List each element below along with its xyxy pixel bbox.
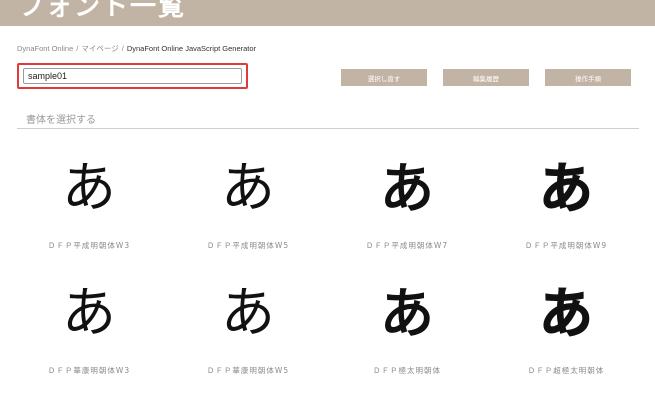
breadcrumb-separator: / [76,44,79,53]
font-card-chougokubuto-mincho[interactable]: あ ＤＦＰ超極太明朝体 [491,281,641,393]
breadcrumb-separator: / [121,44,124,53]
font-sample-glyph: あ [62,281,116,344]
font-name-label: ＤＦＰ平成明朝体W3 [47,241,131,250]
font-name-label: ＤＦＰ華康明朝体W5 [206,366,290,375]
font-sample-glyph: あ [62,156,116,219]
breadcrumb-item-mypage[interactable]: マイページ [81,44,118,53]
font-card-gokubuto-mincho[interactable]: あ ＤＦＰ極太明朝体 [332,283,482,393]
breadcrumb-item-dynafont-online[interactable]: DynaFont Online [17,44,73,53]
font-sample-glyph: あ [380,156,434,220]
font-card-heisei-mincho-w9[interactable]: あ ＤＦＰ平成明朝体W9 [491,156,641,268]
breadcrumb-current: DynaFont Online JavaScript Generator [126,44,257,53]
header-bar: フォント一覧 [0,0,655,26]
font-card-heisei-mincho-w3[interactable]: あ ＤＦＰ平成明朝体W3 [14,158,164,268]
manual-button[interactable]: 操作手順 [545,69,631,86]
font-card-kakou-mincho-w3[interactable]: あ ＤＦＰ華康明朝体W3 [14,283,164,393]
font-name-label: ＤＦＰ平成明朝体W9 [524,241,608,250]
font-name-label: ＤＦＰ超極太明朝体 [527,366,605,375]
reselect-button[interactable]: 選択し直す [341,69,427,86]
font-sample-glyph: あ [538,281,593,345]
section-divider [17,128,639,129]
project-name-input[interactable] [23,68,242,84]
section-heading: 書体を選択する [26,115,96,126]
font-sample-glyph: あ [221,281,275,344]
edit-history-button[interactable]: 編集履歴 [443,69,529,86]
font-card-heisei-mincho-w7[interactable]: あ ＤＦＰ平成明朝体W7 [332,158,482,268]
font-name-label: ＤＦＰ平成明朝体W5 [206,241,290,250]
font-name-label: ＤＦＰ平成明朝体W7 [365,241,449,250]
font-card-kakou-mincho-w5[interactable]: あ ＤＦＰ華康明朝体W5 [173,283,323,393]
font-name-label: ＤＦＰ極太明朝体 [373,366,441,375]
breadcrumb: DynaFont Online / マイページ / DynaFont Online Ja… [17,43,256,54]
font-card-heisei-mincho-w5[interactable]: あ ＤＦＰ平成明朝体W5 [173,158,323,268]
font-name-label: ＤＦＰ華康明朝体W3 [47,366,131,375]
page-title: フォント一覧 [18,0,187,22]
font-sample-glyph: あ [538,156,593,220]
font-sample-glyph: あ [221,156,275,219]
font-sample-glyph: あ [380,281,434,345]
project-name-highlight [17,63,248,89]
